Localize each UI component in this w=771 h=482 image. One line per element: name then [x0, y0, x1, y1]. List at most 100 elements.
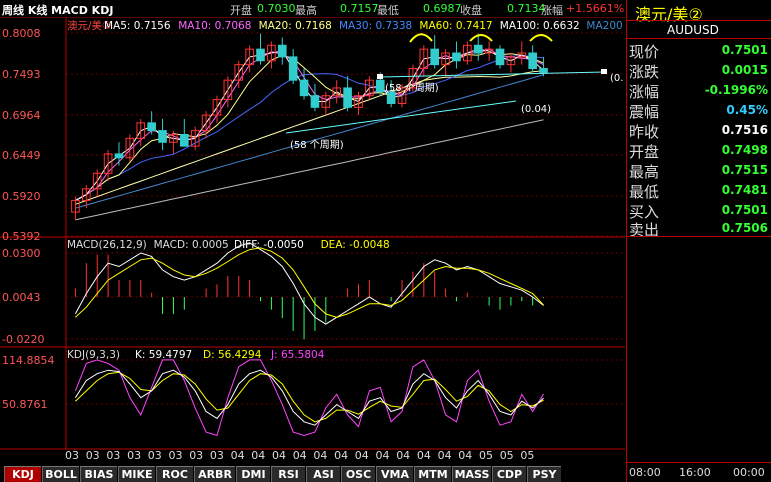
quote-row: 涨跌 0.0015 — [627, 60, 771, 81]
kdj-legend-item: KDJ(9,3,3) — [67, 349, 120, 361]
quote-row: 最低 0.7481 — [627, 180, 771, 201]
chart-area[interactable]: 0.8008 0.7493 0.6964 0.6449 0.5920 0.5392 0.03… — [0, 17, 625, 464]
tab-vma[interactable]: VMA — [376, 466, 413, 482]
quote-label: 现价 — [629, 43, 660, 61]
quote-label: 涨幅 — [629, 83, 660, 101]
x-axis-label: 03 — [148, 449, 162, 462]
ma-legend-item: MA100: 0.6632 — [500, 20, 580, 32]
candle-body — [430, 48, 440, 66]
x-axis-label: 04 — [376, 449, 390, 462]
candle-body — [114, 153, 124, 159]
price-tick-label: 0.7493 — [2, 68, 41, 81]
tab-mass[interactable]: MASS — [452, 466, 491, 482]
change-label: 涨幅 — [541, 4, 563, 17]
high-value: 0.7157 — [340, 2, 379, 15]
candle-body — [147, 122, 156, 132]
change-value: +1.5661% — [566, 2, 625, 15]
open-label: 开盘 — [230, 4, 252, 17]
x-axis-label: 03 — [210, 449, 224, 462]
kdj-d-line — [75, 371, 544, 423]
x-axis-label: 04 — [417, 449, 431, 462]
tab-mike[interactable]: MIKE — [118, 466, 155, 482]
candle-body — [310, 95, 320, 108]
x-axis-label: 05 — [520, 449, 534, 462]
quote-row: 最高 0.7515 — [627, 160, 771, 181]
candle-body — [256, 48, 265, 62]
open-value: 0.7030 — [257, 2, 296, 15]
candle-body — [528, 52, 537, 70]
macd-dea-line — [75, 247, 544, 318]
quote-label: 最低 — [629, 183, 660, 201]
ma-legend-item: MA20: 0.7168 — [259, 20, 332, 32]
time-axis-label: 16:00 — [679, 466, 711, 479]
tab-mtm[interactable]: MTM — [414, 466, 451, 482]
quote-value: -0.1996% — [704, 83, 768, 97]
tab-psy[interactable]: PSY — [527, 466, 561, 482]
candle-body — [473, 44, 483, 54]
quote-row: 涨幅 -0.1996% — [627, 80, 771, 101]
macd-legend-item: MACD: 0.0005 — [154, 239, 229, 251]
quote-row: 现价 0.7501 — [627, 40, 771, 61]
macd-tick-label: -0.0220 — [2, 333, 44, 346]
candle-body — [158, 130, 167, 143]
candle-body — [343, 87, 352, 108]
x-axis-label: 04 — [458, 449, 472, 462]
candle-body — [179, 134, 189, 147]
kdj-j-line — [74, 359, 545, 437]
x-axis-label: 04 — [293, 449, 307, 462]
x-axis-label: 04 — [334, 449, 348, 462]
x-axis-label: 03 — [65, 449, 79, 462]
tab-kdj[interactable]: KDJ — [4, 466, 41, 482]
price-tick-label: 0.6449 — [2, 149, 41, 162]
quote-label: 昨收 — [629, 123, 660, 141]
tab-roc[interactable]: ROC — [156, 466, 193, 482]
tab-bias[interactable]: BIAS — [80, 466, 117, 482]
ma-legend-item: MA200 — [586, 20, 622, 32]
kdj-legend-item: D: 56.4294 — [203, 349, 262, 361]
price-tick-label: 0.5392 — [2, 230, 41, 243]
period-annotation: (58 个周期) — [290, 139, 344, 151]
time-axis-label: 08:00 — [629, 466, 661, 479]
x-axis-label: 04 — [251, 449, 265, 462]
tab-rsi[interactable]: RSI — [271, 466, 305, 482]
ma-legend-item: MA10: 0.7068 — [178, 20, 251, 32]
tab-asi[interactable]: ASI — [306, 466, 340, 482]
tab-arbr[interactable]: ARBR — [194, 466, 235, 482]
macd-legend-item: MACD(26,12,9) — [67, 239, 147, 251]
x-axis-label: 03 — [169, 449, 183, 462]
close-label: 收盘 — [460, 4, 482, 17]
candle-body — [452, 52, 461, 62]
tab-dmi[interactable]: DMI — [236, 466, 270, 482]
tab-cdp[interactable]: CDP — [492, 466, 526, 482]
macd-legend-item: DEA: -0.0048 — [321, 239, 390, 251]
quote-label: 涨跌 — [629, 63, 660, 81]
time-axis-label: 00:00 — [733, 466, 765, 479]
chart-title: 周线 K线 MACD KDJ — [2, 4, 114, 17]
close-value: 0.7134 — [507, 2, 546, 15]
quote-panel: 澳元/美② AUDUSD 现价 0.7501 涨跌 0.0015 涨幅 -0.1996% 震… — [626, 0, 771, 482]
tab-boll[interactable]: BOLL — [42, 466, 79, 482]
kdj-legend-item: J: 65.5804 — [270, 349, 325, 361]
quote-value: 0.7506 — [721, 221, 768, 235]
head-marker — [469, 34, 493, 42]
ma60-line — [75, 70, 544, 205]
x-axis-label: 05 — [500, 449, 514, 462]
x-axis-label: 04 — [272, 449, 286, 462]
value-annotation: (0.04) — [521, 104, 551, 115]
quote-row: 震幅 0.45% — [627, 100, 771, 121]
candle-body — [288, 56, 298, 81]
x-axis-label: 04 — [355, 449, 369, 462]
high-label: 最高 — [295, 4, 317, 17]
candle-body — [495, 48, 505, 66]
macd-tick-label: 0.0043 — [2, 291, 41, 304]
price-tick-label: 0.6964 — [2, 109, 41, 122]
kdj-tick-label: 114.8854 — [2, 354, 55, 367]
ma100-line — [75, 119, 544, 221]
candle-body — [375, 79, 385, 93]
x-axis-label: 03 — [127, 449, 141, 462]
tab-osc[interactable]: OSC — [341, 466, 375, 482]
quote-value: 0.0015 — [721, 63, 768, 77]
kdj-legend-item: K: 59.4797 — [135, 349, 192, 361]
quote-row: 卖出 0.7506 — [627, 218, 771, 239]
quote-row: 买入 0.7501 — [627, 200, 771, 221]
